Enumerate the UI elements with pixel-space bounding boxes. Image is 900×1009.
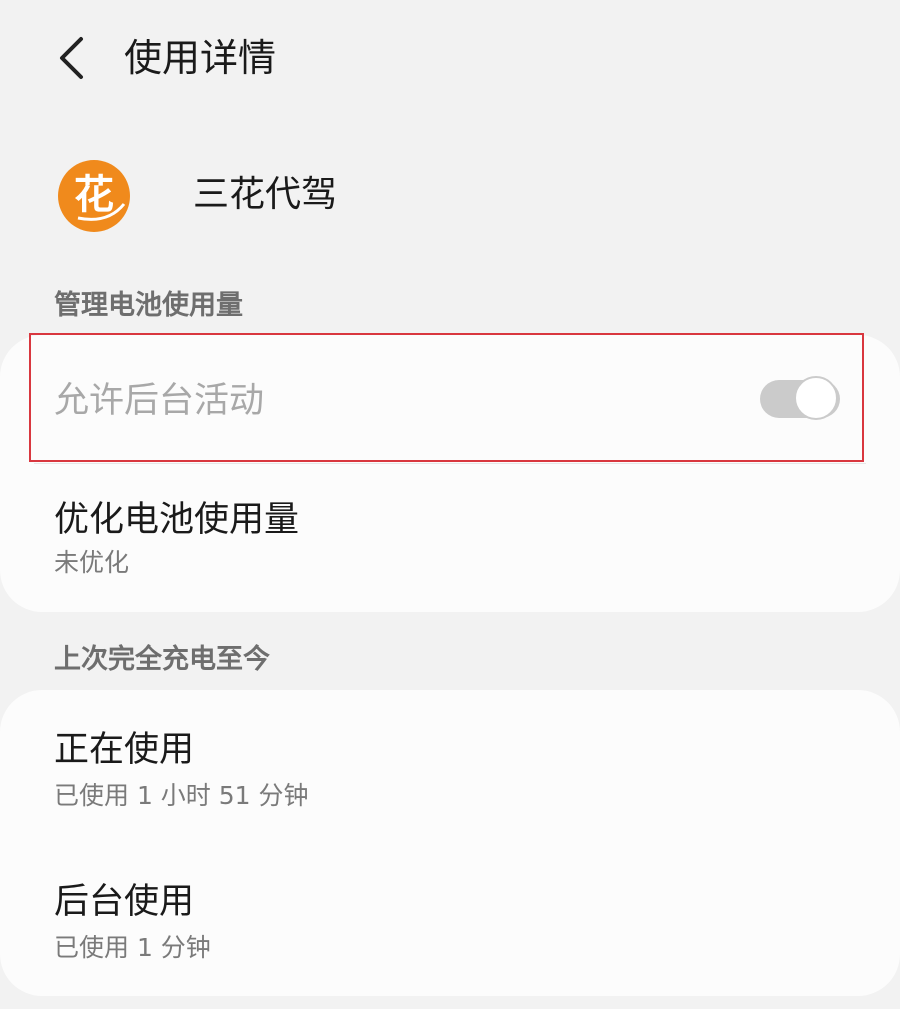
usage-card: 正在使用 已使用 1 小时 51 分钟 后台使用 已使用 1 分钟 (0, 690, 900, 996)
background-activity-toggle[interactable] (760, 376, 840, 422)
allow-background-activity-label: 允许后台活动 (54, 381, 265, 421)
app-name: 三花代驾 (193, 174, 338, 215)
foreground-usage-value: 已使用 1 小时 51 分钟 (54, 781, 309, 810)
foreground-usage-row: 正在使用 已使用 1 小时 51 分钟 (0, 690, 900, 842)
chevron-left-icon (60, 37, 83, 79)
svg-text:花: 花 (74, 172, 114, 218)
flower-logo-icon: 花 (58, 160, 130, 232)
app-info: 花 三花代驾 (0, 150, 900, 242)
optimize-battery-label: 优化电池使用量 (54, 500, 300, 540)
usage-details-screen: 使用详情 花 三花代驾 管理电池使用量 允许后台活动 优化电池使用量 未优化 上… (0, 0, 900, 1009)
foreground-usage-label: 正在使用 (54, 730, 195, 770)
battery-card: 允许后台活动 优化电池使用量 未优化 (0, 335, 900, 612)
back-button[interactable] (44, 28, 100, 88)
usage-section-title: 上次完全充电至今 (54, 644, 270, 675)
background-usage-label: 后台使用 (54, 882, 195, 922)
allow-background-activity-row[interactable]: 允许后台活动 (0, 335, 900, 464)
optimize-battery-status: 未优化 (54, 548, 130, 577)
background-usage-row: 后台使用 已使用 1 分钟 (0, 842, 900, 996)
battery-section-title: 管理电池使用量 (54, 290, 243, 321)
optimize-battery-row[interactable]: 优化电池使用量 未优化 (0, 464, 900, 612)
background-usage-value: 已使用 1 分钟 (54, 933, 211, 962)
page-title: 使用详情 (124, 36, 277, 80)
toggle-knob (794, 376, 838, 420)
header: 使用详情 (0, 0, 900, 115)
